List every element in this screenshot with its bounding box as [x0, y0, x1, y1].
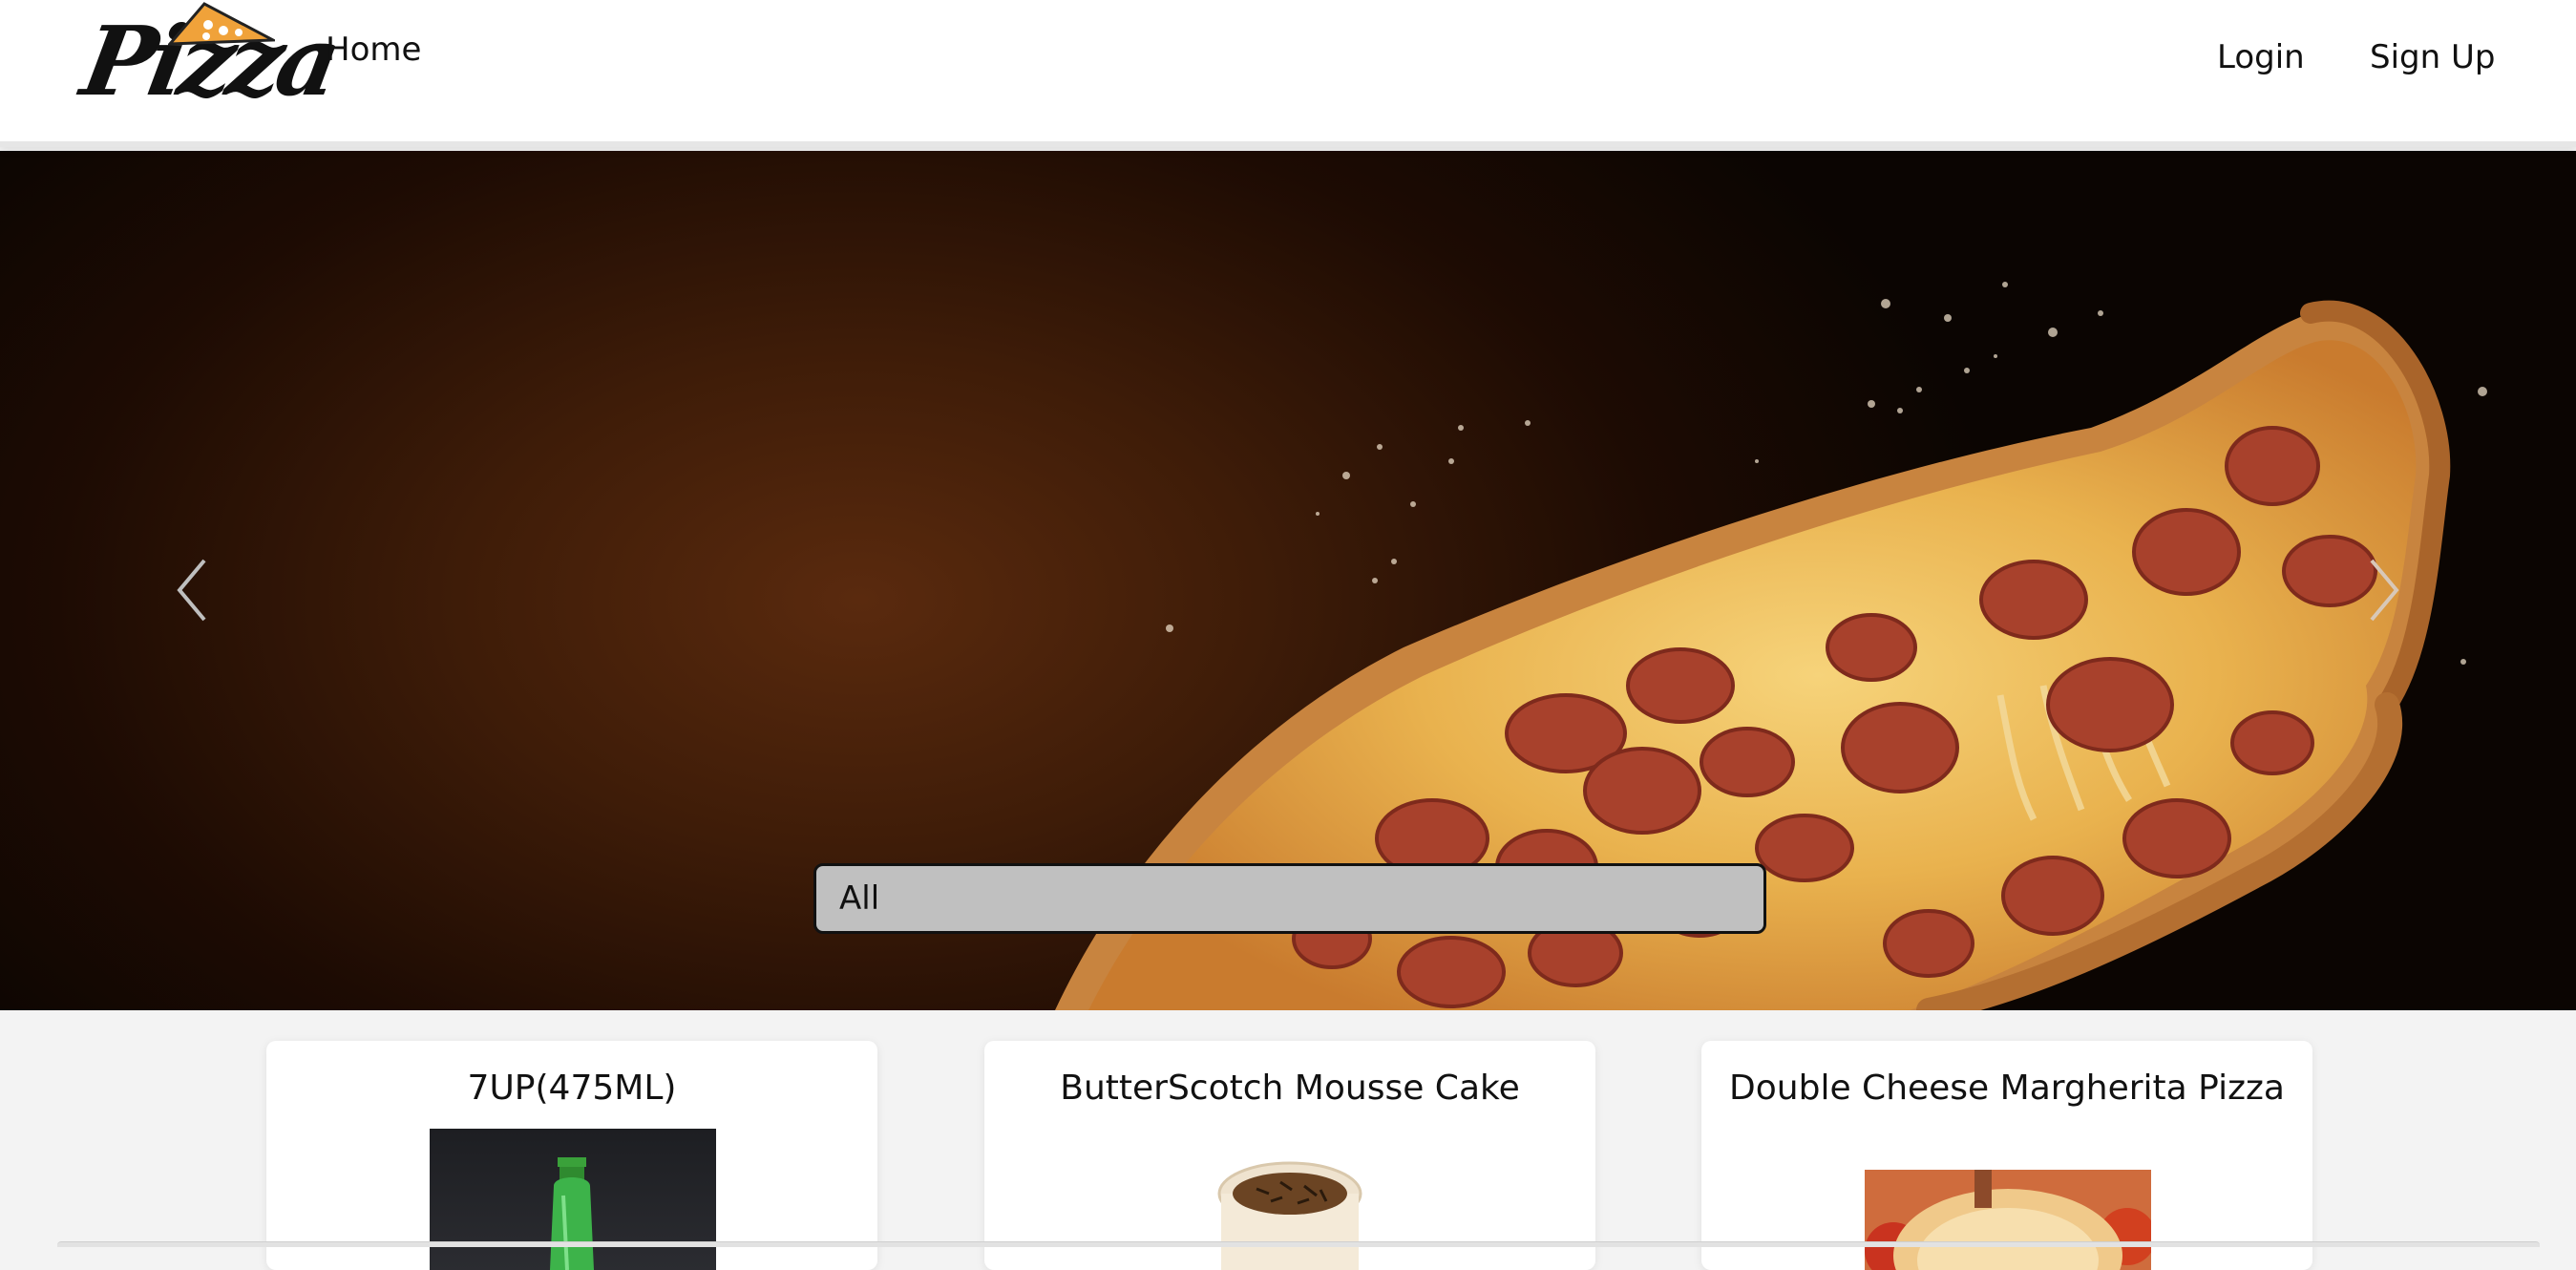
site-logo[interactable]: Pizza — [74, 0, 344, 122]
product-image — [1214, 1155, 1366, 1270]
product-card[interactable]: ButterScotch Mousse Cake — [984, 1041, 1595, 1270]
bottle-image — [550, 1157, 594, 1270]
chevron-left-icon — [177, 559, 206, 622]
product-card[interactable]: 7UP(475ML) — [266, 1041, 877, 1270]
category-filter-select[interactable]: All — [813, 863, 1766, 934]
product-title: ButterScotch Mousse Cake — [1060, 1069, 1520, 1108]
nav-signup-link[interactable]: Sign Up — [2370, 38, 2495, 76]
nav-login-link[interactable]: Login — [2217, 38, 2305, 76]
bottom-sheet-edge — [57, 1241, 2540, 1247]
carousel-prev-button[interactable] — [162, 547, 220, 633]
nav-home-link[interactable]: Home — [326, 31, 421, 69]
top-navbar: Pizza Home Login Sign Up — [0, 0, 2576, 147]
pizza-slice-logo-icon — [168, 2, 275, 46]
cake-image — [1217, 1161, 1362, 1270]
product-title: Double Cheese Margherita Pizza — [1729, 1069, 2285, 1108]
product-title: 7UP(475ML) — [467, 1069, 677, 1108]
product-image — [430, 1129, 716, 1270]
chevron-right-icon — [2370, 559, 2399, 622]
carousel-next-button[interactable] — [2356, 547, 2414, 633]
product-image — [1865, 1170, 2151, 1270]
product-card[interactable]: Double Cheese Margherita Pizza — [1701, 1041, 2312, 1270]
pizza-image — [1865, 1170, 2151, 1270]
